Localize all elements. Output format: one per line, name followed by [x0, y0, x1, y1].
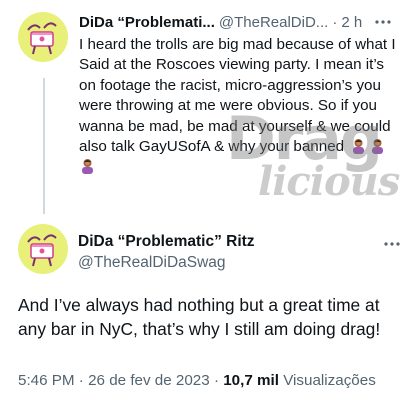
tweet-text: And I’ve always had nothing but a great …	[18, 295, 381, 339]
thread-connector-line	[43, 78, 45, 214]
author-handle[interactable]: @TheRealDiDaSwag	[78, 254, 226, 272]
author-name[interactable]: DiDa “Problematic” Ritz	[78, 233, 255, 251]
views-label[interactable]: Visualizações	[283, 372, 376, 389]
tweet-metadata: 5:46 PM · 26 de fev de 2023 · 10,7 mil V…	[18, 372, 376, 389]
separator-dot: ·	[332, 13, 338, 31]
person-facepalming-emoji	[350, 137, 367, 155]
avatar[interactable]	[18, 12, 68, 62]
tweet-text: I heard the trolls are big mad because o…	[79, 35, 405, 178]
tweet-parent[interactable]: DiDa “Problemati... @TheRealDiD... · 2 h…	[0, 0, 414, 214]
tweet-time[interactable]: 2 h	[341, 14, 362, 31]
person-facepalming-emoji	[79, 157, 96, 175]
separator-dot: ·	[213, 372, 219, 389]
author-name[interactable]: DiDa “Problemati...	[79, 14, 215, 31]
tweet-time[interactable]: 5:46 PM	[18, 372, 75, 389]
more-horizontal-icon[interactable]	[382, 234, 402, 254]
tweet-date[interactable]: 26 de fev de 2023	[88, 372, 210, 389]
tweet-body: I heard the trolls are big mad because o…	[79, 36, 396, 156]
avatar-image	[18, 224, 68, 274]
more-horizontal-icon[interactable]	[373, 12, 393, 32]
views-count[interactable]: 10,7 mil	[223, 372, 279, 389]
avatar[interactable]	[18, 224, 68, 274]
author-handle[interactable]: @TheRealDiD...	[219, 14, 328, 31]
avatar-image	[18, 12, 68, 62]
person-facepalming-emoji	[369, 137, 386, 155]
separator-dot: ·	[78, 372, 84, 389]
tweet-header: DiDa “Problemati... @TheRealDiD... · 2 h	[79, 12, 399, 32]
